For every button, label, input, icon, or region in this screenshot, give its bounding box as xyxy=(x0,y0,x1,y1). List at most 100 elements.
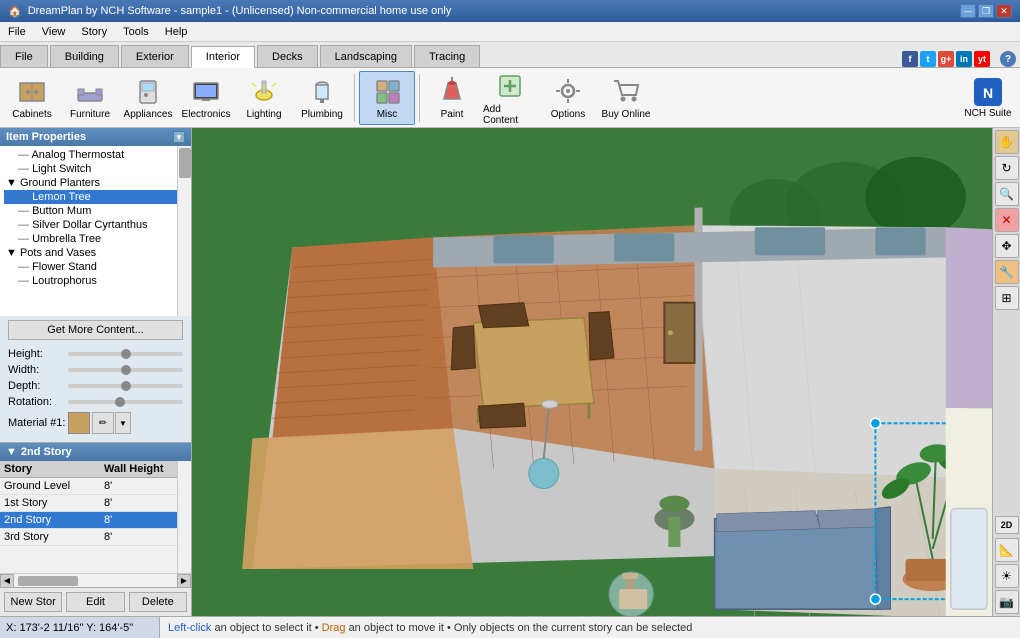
drag-instruction: Drag xyxy=(322,622,346,634)
zoom-in-button[interactable]: 🔍 xyxy=(995,182,1019,206)
toolbar-cabinets[interactable]: Cabinets xyxy=(4,71,60,125)
help-button[interactable]: ? xyxy=(1000,51,1016,67)
hscroll-thumb[interactable] xyxy=(18,576,78,586)
toolbar-furniture[interactable]: Furniture xyxy=(62,71,118,125)
toolbar-buy-online[interactable]: Buy Online xyxy=(598,71,654,125)
tree-light-switch[interactable]: — Light Switch xyxy=(4,162,187,176)
tab-exterior[interactable]: Exterior xyxy=(121,45,189,67)
hscroll-left-arrow[interactable]: ◀ xyxy=(0,574,14,588)
height-slider[interactable] xyxy=(68,352,183,356)
move-tool-button[interactable]: ✥ xyxy=(995,234,1019,258)
menu-story[interactable]: Story xyxy=(73,24,115,40)
rotate-view-button[interactable]: ↻ xyxy=(995,156,1019,180)
paint-icon xyxy=(436,75,468,107)
2d-view-button[interactable]: 2D xyxy=(995,516,1019,534)
misc-label: Misc xyxy=(377,109,398,120)
grid-button[interactable]: ⊞ xyxy=(995,286,1019,310)
new-story-button[interactable]: New Stor xyxy=(4,592,62,612)
stories-table: Story Wall Height Ground Level 8' 1st St… xyxy=(0,461,191,573)
tree-button-mum[interactable]: — Button Mum xyxy=(4,204,187,218)
edit-story-button[interactable]: Edit xyxy=(66,592,124,612)
googleplus-button[interactable]: g+ xyxy=(938,51,954,67)
toolbar-options[interactable]: Options xyxy=(540,71,596,125)
item-properties-collapse[interactable]: ▼ xyxy=(173,131,185,143)
menu-view[interactable]: View xyxy=(34,24,74,40)
sun-settings-button[interactable]: ☀ xyxy=(995,564,1019,588)
hand-tool-button[interactable]: ✋ xyxy=(995,130,1019,154)
tree-lemon-tree[interactable]: — Lemon Tree xyxy=(4,190,187,204)
appliances-label: Appliances xyxy=(124,109,173,120)
menu-tools[interactable]: Tools xyxy=(115,24,157,40)
tree-silver-dollar[interactable]: — Silver Dollar Cyrtanthus xyxy=(4,218,187,232)
stories-horizontal-scroll[interactable]: ◀ ▶ xyxy=(0,573,191,587)
plan-view-button[interactable]: 📐 xyxy=(995,538,1019,562)
stories-row-2nd[interactable]: 2nd Story 8' xyxy=(0,512,191,529)
toolbar-misc[interactable]: Misc xyxy=(359,71,415,125)
rotation-label: Rotation: xyxy=(8,396,68,408)
stories-row-ground[interactable]: Ground Level 8' xyxy=(0,478,191,495)
facebook-button[interactable]: f xyxy=(902,51,918,67)
nch-suite-button[interactable]: N NCH Suite xyxy=(960,71,1016,125)
tree-scroll-thumb[interactable] xyxy=(179,148,191,178)
menu-help[interactable]: Help xyxy=(157,24,196,40)
properties-form: Height: Width: Dep xyxy=(0,344,191,442)
width-slider[interactable] xyxy=(68,368,183,372)
rotation-slider[interactable] xyxy=(68,400,183,404)
toolbar-lighting[interactable]: Lighting xyxy=(236,71,292,125)
linkedin-button[interactable]: in xyxy=(956,51,972,67)
close-button[interactable]: ✕ xyxy=(996,4,1012,18)
tab-tracing[interactable]: Tracing xyxy=(414,45,480,67)
menu-file[interactable]: File xyxy=(0,24,34,40)
tree-umbrella-tree[interactable]: — Umbrella Tree xyxy=(4,232,187,246)
tree-pots-vases[interactable]: ▼ Pots and Vases xyxy=(4,246,187,260)
tree-loutrophorus[interactable]: — Loutrophorus xyxy=(4,274,187,288)
tab-landscaping[interactable]: Landscaping xyxy=(320,45,412,67)
ground-wall-height: 8' xyxy=(104,480,187,492)
get-more-content-button[interactable]: Get More Content... xyxy=(8,320,183,340)
youtube-button[interactable]: yt xyxy=(974,51,990,67)
right-tools-panel: ✋ ↻ 🔍 ✕ ✥ 🔧 ⊞ 2D 📐 ☀ 📷 xyxy=(992,128,1020,616)
add-content-label: Add Content xyxy=(483,104,537,126)
maximize-button[interactable]: ❐ xyxy=(978,4,994,18)
depth-slider[interactable] xyxy=(68,384,183,388)
tab-file[interactable]: File xyxy=(0,45,48,67)
misc-icon xyxy=(371,75,403,107)
properties-tool-button[interactable]: 🔧 xyxy=(995,260,1019,284)
rotation-row: Rotation: xyxy=(8,396,183,408)
toolbar-paint[interactable]: Paint xyxy=(424,71,480,125)
tab-building[interactable]: Building xyxy=(50,45,119,67)
delete-story-button[interactable]: Delete xyxy=(129,592,187,612)
stories-scrollbar[interactable] xyxy=(177,461,191,573)
toolbar-appliances[interactable]: Appliances xyxy=(120,71,176,125)
height-row: Height: xyxy=(8,348,183,360)
twitter-button[interactable]: t xyxy=(920,51,936,67)
camera-button[interactable]: 📷 xyxy=(995,590,1019,614)
toolbar-electronics[interactable]: Electronics xyxy=(178,71,234,125)
titlebar: 🏠 DreamPlan by NCH Software - sample1 - … xyxy=(0,0,1020,22)
tree-scrollbar[interactable] xyxy=(177,146,191,316)
tab-interior[interactable]: Interior xyxy=(191,46,255,68)
tabbar: File Building Exterior Interior Decks La… xyxy=(0,42,1020,68)
toolbar-plumbing[interactable]: Plumbing xyxy=(294,71,350,125)
material-color-swatch[interactable] xyxy=(68,412,90,434)
tree-flower-stand[interactable]: — Flower Stand xyxy=(4,260,187,274)
hscroll-right-arrow[interactable]: ▶ xyxy=(177,574,191,588)
tab-decks[interactable]: Decks xyxy=(257,45,318,67)
tree-analog-thermostat[interactable]: — Analog Thermostat xyxy=(4,148,187,162)
left-click-instruction: Left-click xyxy=(168,622,211,634)
minimize-button[interactable]: — xyxy=(960,4,976,18)
tree-ground-planters[interactable]: ▼ Ground Planters xyxy=(4,176,187,190)
tree-inner: — Analog Thermostat — Light Switch ▼ Gro… xyxy=(0,146,191,290)
stories-col-story: Story xyxy=(4,463,104,475)
app-title: DreamPlan by NCH Software - sample1 - (U… xyxy=(28,5,452,17)
toolbar-sep2 xyxy=(419,74,420,122)
stories-row-3rd[interactable]: 3rd Story 8' xyxy=(0,529,191,546)
toolbar-add-content[interactable]: Add Content xyxy=(482,71,538,125)
buy-online-label: Buy Online xyxy=(602,109,651,120)
canvas-area[interactable] xyxy=(192,128,992,616)
material-dropdown-button[interactable]: ▼ xyxy=(115,412,131,434)
material-edit-button[interactable]: ✏ xyxy=(92,412,114,434)
stories-row-1st[interactable]: 1st Story 8' xyxy=(0,495,191,512)
delete-tool-button[interactable]: ✕ xyxy=(995,208,1019,232)
move-instruction: an object to move it • Only objects on t… xyxy=(349,622,693,634)
